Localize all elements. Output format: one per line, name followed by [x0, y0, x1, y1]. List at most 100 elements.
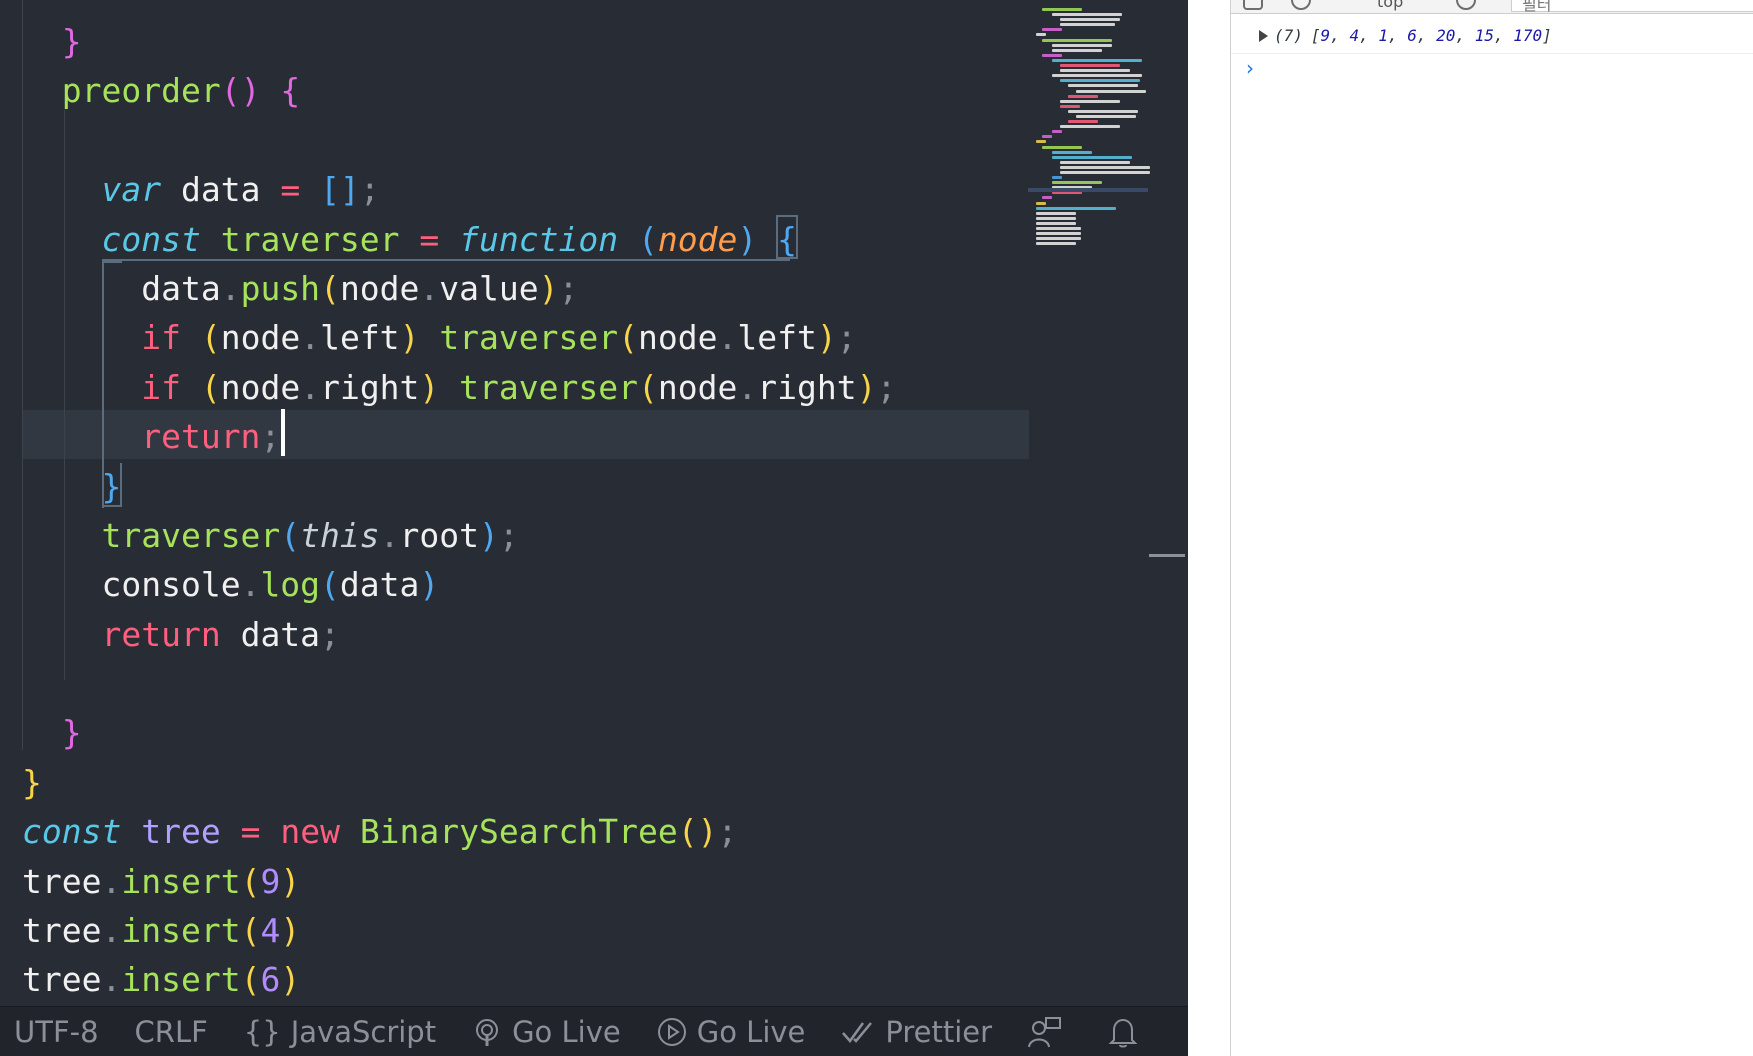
code-line[interactable]: tree.insert(6): [22, 955, 896, 1004]
console-prompt[interactable]: ›: [1246, 56, 1254, 80]
code-token: 9: [260, 861, 281, 901]
expand-triangle-icon[interactable]: [1259, 29, 1268, 42]
code-line[interactable]: return data;: [22, 610, 896, 659]
code-token: left: [320, 318, 400, 358]
code-line[interactable]: }: [22, 17, 896, 66]
console-log-entry[interactable]: (7) [9, 4, 1, 6, 20, 15, 170]: [1231, 18, 1753, 54]
minimap-line: [1036, 211, 1076, 215]
code-token: log: [260, 565, 321, 605]
code-token: console: [101, 565, 241, 605]
go-live-button-1[interactable]: Go Live: [472, 1015, 621, 1049]
code-line[interactable]: tree.insert(4): [22, 906, 896, 955]
code-token: }: [61, 22, 82, 61]
minimap-line: [1060, 23, 1115, 27]
code-token: node: [638, 318, 718, 358]
code-line[interactable]: }: [22, 758, 896, 807]
minimap-line: [1052, 43, 1112, 47]
code-line[interactable]: if (node.right) traverser(node.right);: [22, 363, 896, 412]
encoding-indicator[interactable]: UTF-8: [14, 1015, 99, 1049]
code-line[interactable]: tree.insert(9): [22, 857, 896, 906]
code-token: node: [657, 367, 738, 407]
code-line[interactable]: return;: [22, 412, 896, 461]
minimap-line: [1060, 99, 1120, 103]
code-token: (): [677, 812, 718, 852]
sidebar-toggle-icon[interactable]: [1243, 0, 1263, 10]
code-line[interactable]: const tree = new BinarySearchTree();: [22, 807, 896, 856]
code-editor[interactable]: } preorder() { var data = []; const trav…: [0, 0, 1188, 1006]
code-token: {: [280, 71, 301, 111]
array-value: 4: [1349, 26, 1360, 45]
minimap-line: [1042, 28, 1062, 32]
code-line[interactable]: traverser(this.root);: [22, 511, 896, 560]
code-line[interactable]: preorder() {: [22, 66, 896, 115]
line-ending-indicator[interactable]: CRLF: [135, 1015, 208, 1049]
clear-console-icon[interactable]: [1291, 0, 1311, 10]
code-token: data: [339, 565, 420, 605]
code-token: .: [419, 268, 440, 308]
minimap-line: [1036, 216, 1076, 220]
code-token: return: [101, 614, 221, 654]
code-content[interactable]: } preorder() { var data = []; const trav…: [22, 17, 896, 1005]
minimap-line: [1042, 145, 1082, 149]
code-token: ;: [498, 515, 519, 555]
code-line[interactable]: [22, 116, 896, 165]
feedback-person-icon: [1028, 1016, 1062, 1048]
code-line[interactable]: data.push(node.value);: [22, 264, 896, 313]
code-line[interactable]: const traverser = function (node) {: [22, 215, 896, 264]
prettier-button[interactable]: Prettier: [841, 1015, 992, 1049]
code-token: ;: [359, 170, 380, 210]
context-select[interactable]: top: [1377, 0, 1403, 11]
code-line[interactable]: }: [22, 462, 896, 511]
minimap-line: [1036, 201, 1046, 205]
code-token: ;: [717, 812, 738, 852]
code-token: tree: [22, 960, 102, 1000]
code-token: ;: [836, 318, 857, 358]
minimap-line: [1068, 120, 1098, 124]
code-line[interactable]: if (node.left) traverser(node.left);: [22, 313, 896, 362]
scrollbar-marker[interactable]: [1149, 554, 1185, 557]
code-token: 4: [260, 911, 281, 951]
minimap-line: [1036, 206, 1116, 210]
code-token: preorder: [61, 71, 221, 111]
go-live-button-2[interactable]: Go Live: [657, 1015, 805, 1049]
line-ending-label: CRLF: [134, 1014, 208, 1049]
code-token: right: [320, 367, 420, 407]
code-token: new: [280, 812, 340, 852]
code-token: ;: [320, 614, 340, 654]
code-token: .: [737, 367, 758, 407]
code-line[interactable]: }: [22, 708, 896, 757]
devtools-gutter: [1188, 0, 1231, 1056]
code-token: ): [419, 565, 440, 605]
code-line[interactable]: console.log(data): [22, 560, 896, 609]
minimap-line: [1036, 237, 1081, 241]
array-value: 15: [1474, 26, 1494, 45]
code-token: function: [459, 219, 619, 259]
notifications-button[interactable]: [1108, 1016, 1148, 1048]
filter-input[interactable]: 필터: [1511, 0, 1753, 13]
eye-icon[interactable]: [1456, 0, 1476, 10]
code-token: (: [637, 219, 658, 259]
code-token: data: [161, 170, 281, 210]
code-line[interactable]: [22, 659, 896, 708]
minimap[interactable]: [1032, 8, 1152, 268]
minimap-line: [1060, 64, 1120, 68]
code-token: ): [280, 861, 301, 901]
minimap-line: [1060, 69, 1130, 73]
devtools-console-panel: top 필터 (7) [9, 4, 1, 6, 20, 15, 170] ›: [1188, 0, 1753, 1056]
code-token: traverser: [220, 219, 400, 259]
minimap-line: [1036, 227, 1081, 231]
minimap-line: [1060, 171, 1150, 174]
prettier-label: Prettier: [885, 1014, 993, 1049]
code-token: ): [280, 911, 301, 951]
feedback-button[interactable]: [1028, 1016, 1072, 1048]
code-token: traverser: [439, 318, 619, 358]
language-mode[interactable]: {} JavaScript: [244, 1015, 436, 1049]
code-line[interactable]: var data = [];: [22, 165, 896, 214]
